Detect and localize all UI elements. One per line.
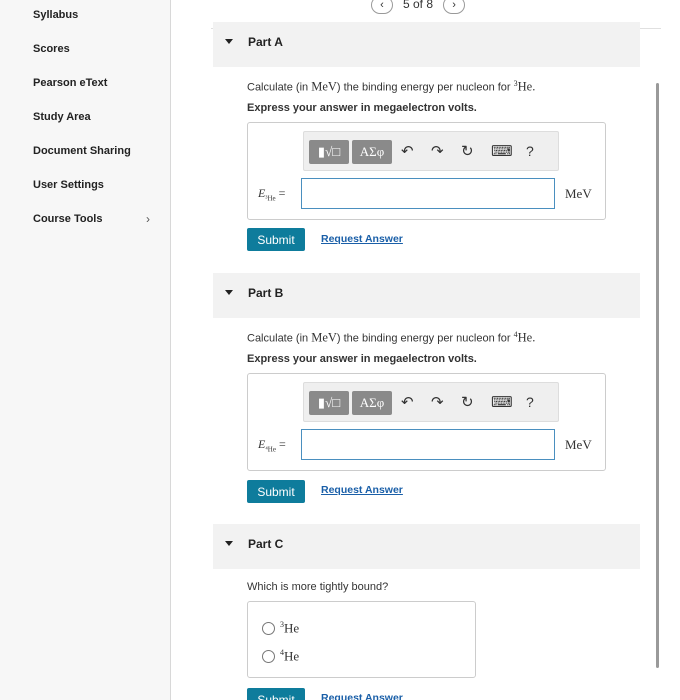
templates-button[interactable]: ▮√□ <box>309 391 349 415</box>
pager-label: 5 of 8 <box>403 0 434 11</box>
element-symbol: He <box>517 79 533 94</box>
question-prefix: Calculate (in <box>247 81 312 94</box>
main-content: ‹ 5 of 8 › Part A Calculate (in MeV) the… <box>171 0 680 700</box>
sidebar-item-pearson-etext[interactable]: Pearson eText <box>33 77 107 89</box>
reset-icon[interactable]: ↻ <box>461 393 474 411</box>
sidebar-item-course-tools[interactable]: Course Tools <box>33 213 102 225</box>
submit-button[interactable]: Submit <box>247 228 305 251</box>
reset-icon[interactable]: ↻ <box>461 142 474 160</box>
part-b-instruction: Express your answer in megaelectron volt… <box>247 353 477 365</box>
part-b-header[interactable]: Part B <box>213 273 640 318</box>
keyboard-icon[interactable]: ⌨ <box>491 393 513 411</box>
part-a-title: Part A <box>248 35 283 49</box>
templates-button[interactable]: ▮√□ <box>309 140 349 164</box>
choice-label: 3He <box>280 620 299 636</box>
scrollbar[interactable] <box>656 83 659 668</box>
unit-label: MeV <box>565 437 592 452</box>
part-a-instruction: Express your answer in megaelectron volt… <box>247 102 477 114</box>
part-c-header[interactable]: Part C <box>213 524 640 569</box>
symbols-button[interactable]: ΑΣφ <box>352 140 392 164</box>
help-icon[interactable]: ? <box>526 394 534 410</box>
variable-subscript: ³He <box>265 194 276 203</box>
request-answer-link[interactable]: Request Answer <box>321 484 403 496</box>
pager: ‹ 5 of 8 › <box>371 0 466 14</box>
variable-label: E³He = <box>258 186 285 202</box>
caret-down-icon <box>225 290 233 295</box>
undo-icon[interactable]: ↶ <box>401 393 414 411</box>
sidebar-item-user-settings[interactable]: User Settings <box>33 179 104 191</box>
sidebar-item-syllabus[interactable]: Syllabus <box>33 9 78 21</box>
part-a-header[interactable]: Part A <box>213 22 640 67</box>
keyboard-icon[interactable]: ⌨ <box>491 142 513 160</box>
element-symbol: He <box>517 330 533 345</box>
request-answer-link[interactable]: Request Answer <box>321 692 403 700</box>
sidebar-item-document-sharing[interactable]: Document Sharing <box>33 145 131 157</box>
caret-down-icon <box>225 541 233 546</box>
part-b-question: Calculate (in MeV) the binding energy pe… <box>247 330 535 346</box>
math-toolbar: ▮√□ ΑΣφ ↶ ↷ ↻ ⌨ ? <box>303 131 559 171</box>
element-symbol: He <box>284 648 300 664</box>
submit-button[interactable]: Submit <box>247 688 305 700</box>
sidebar-item-scores[interactable]: Scores <box>33 43 70 55</box>
part-a-answer-box: ▮√□ ΑΣφ ↶ ↷ ↻ ⌨ ? E³He = MeV <box>247 122 606 220</box>
radio-button[interactable] <box>262 621 275 635</box>
next-button[interactable]: › <box>443 0 466 14</box>
question-end: . <box>532 79 536 94</box>
question-mid: ) the binding energy per nucleon for <box>336 332 514 345</box>
caret-down-icon <box>225 39 233 44</box>
redo-icon[interactable]: ↷ <box>431 393 444 411</box>
question-mid: ) the binding energy per nucleon for <box>336 81 514 94</box>
part-a-question: Calculate (in MeV) the binding energy pe… <box>247 79 535 95</box>
question-end: . <box>532 330 536 345</box>
equals-sign: = <box>278 186 286 200</box>
undo-icon[interactable]: ↶ <box>401 142 414 160</box>
request-answer-link[interactable]: Request Answer <box>321 233 403 245</box>
question-unit: MeV <box>311 330 337 345</box>
variable-subscript: ⁴He <box>265 445 276 454</box>
symbols-button[interactable]: ΑΣφ <box>352 391 392 415</box>
choice-option[interactable]: 3He <box>262 620 299 636</box>
help-icon[interactable]: ? <box>526 143 534 159</box>
equals-sign: = <box>278 437 286 451</box>
submit-button[interactable]: Submit <box>247 480 305 503</box>
choice-label: 4He <box>280 648 299 664</box>
redo-icon[interactable]: ↷ <box>431 142 444 160</box>
part-b-answer-box: ▮√□ ΑΣφ ↶ ↷ ↻ ⌨ ? E⁴He = MeV <box>247 373 606 471</box>
variable-label: E⁴He = <box>258 437 286 453</box>
part-c-question: Which is more tightly bound? <box>247 581 389 593</box>
choice-option[interactable]: 4He <box>262 648 299 664</box>
question-prefix: Calculate (in <box>247 332 312 345</box>
question-unit: MeV <box>311 79 337 94</box>
sidebar: Syllabus Scores Pearson eText Study Area… <box>0 0 171 700</box>
part-b-title: Part B <box>248 286 284 300</box>
part-c-title: Part C <box>248 537 284 551</box>
math-toolbar: ▮√□ ΑΣφ ↶ ↷ ↻ ⌨ ? <box>303 382 559 422</box>
element-symbol: He <box>284 620 300 636</box>
choice-box: 3He 4He <box>247 601 476 678</box>
sidebar-item-study-area[interactable]: Study Area <box>33 111 91 123</box>
chevron-right-icon[interactable]: › <box>146 212 150 226</box>
unit-label: MeV <box>565 186 592 201</box>
answer-input[interactable] <box>301 178 555 209</box>
radio-button[interactable] <box>262 649 275 663</box>
previous-button[interactable]: ‹ <box>371 0 393 14</box>
answer-input[interactable] <box>301 429 555 460</box>
